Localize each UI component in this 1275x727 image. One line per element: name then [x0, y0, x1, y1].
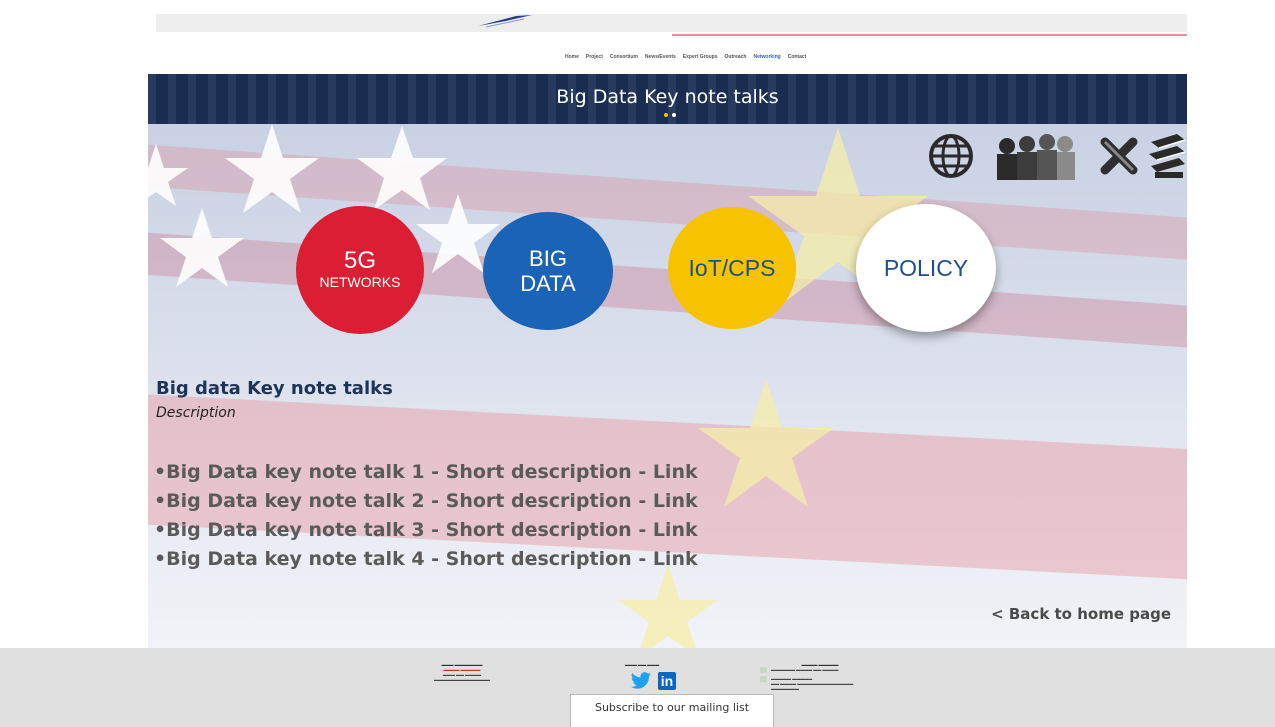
slider-dot-2[interactable]	[672, 113, 676, 117]
talk-item-1[interactable]: Big Data key note talk 1 - Short descrip…	[154, 458, 697, 487]
data-label: DATA	[520, 271, 576, 296]
slider-dot-1[interactable]	[664, 113, 668, 117]
nav-item-expert-groups[interactable]: Expert Groups	[683, 54, 718, 64]
nav-item-outreach[interactable]: Outreach	[725, 54, 747, 64]
talk-item-2[interactable]: Big Data key note talk 2 - Short descrip…	[154, 487, 697, 516]
footer-coordinator-email[interactable]: ▬▬▬▬▬▬▬▬▬▬▬▬▬▬	[412, 677, 512, 682]
policy-label: POLICY	[883, 254, 969, 281]
main-nav: Home Project Consortium News/Events Expe…	[565, 54, 806, 64]
category-icons	[927, 132, 1187, 180]
page-footer: ▬▬▬ ▬▬▬▬▬▬▬ ▬▬▬▬ ▬▬▬▬▬ ▬▬▬ ▬▬ ▬▬▬▬ ▬▬▬▬▬…	[0, 648, 1275, 727]
people-group-icon[interactable]	[983, 132, 1091, 180]
star-shape	[160, 208, 244, 287]
5g-networks-button[interactable]: 5G NETWORKS	[296, 206, 424, 334]
tweet-avatar	[760, 667, 767, 673]
logo-swoosh[interactable]	[476, 14, 534, 28]
star-shape	[698, 379, 834, 507]
nav-item-news-events[interactable]: News/Events	[645, 54, 676, 64]
nav-item-consortium[interactable]: Consortium	[610, 54, 638, 64]
tweet-item[interactable]: ▬▬▬▬▬ ▬▬▬▬▬ ▬▬ ▬▬▬▬ ▬▬▬▬▬▬▬▬▬▬▬▬▬▬ ▬▬▬▬▬▬▬	[760, 676, 940, 691]
tweet-avatar	[760, 676, 767, 682]
nav-item-home[interactable]: Home	[565, 54, 579, 64]
books-icon[interactable]	[1147, 132, 1187, 180]
tools-icon[interactable]	[1099, 134, 1139, 178]
star-shape	[148, 144, 188, 206]
policy-button[interactable]: POLICY	[856, 204, 996, 332]
page-title: Big data Key note talks	[156, 378, 393, 399]
globe-icon[interactable]	[927, 132, 975, 180]
hero-area: 5G NETWORKS BIG DATA IoT/CPS POLICY Big …	[148, 124, 1187, 648]
nav-item-networking[interactable]: Networking	[753, 54, 780, 64]
star-shape	[225, 124, 319, 213]
talk-item-4[interactable]: Big Data key note talk 4 - Short descrip…	[154, 545, 697, 574]
footer-touch-heading: ▬▬▬ ▬▬ ▬▬▬	[624, 662, 660, 667]
tweet-text: ▬▬▬▬▬▬ ▬▬▬▬ ▬▬ ▬▬▬▬	[771, 667, 839, 672]
footer-keep-in-touch: ▬▬▬ ▬▬ ▬▬▬	[612, 662, 672, 667]
iot-cps-button[interactable]: IoT/CPS	[668, 207, 796, 329]
footer-coordinator: ▬▬▬ ▬▬▬▬▬▬▬ ▬▬▬▬ ▬▬▬▬▬ ▬▬▬ ▬▬ ▬▬▬▬ ▬▬▬▬▬…	[412, 662, 512, 682]
header-divider	[672, 34, 1187, 36]
tweet-item[interactable]: ▬▬▬▬▬▬ ▬▬▬▬ ▬▬ ▬▬▬▬	[760, 667, 940, 673]
star-shape	[618, 564, 718, 648]
twitter-icon[interactable]	[630, 672, 652, 690]
slider-dots	[664, 113, 676, 117]
star-shape	[357, 126, 447, 210]
nav-item-project[interactable]: Project	[586, 54, 603, 64]
footer-recent-tweets: ▬▬▬▬ ▬▬▬▬▬ ▬▬▬▬▬▬ ▬▬▬▬ ▬▬ ▬▬▬▬ ▬▬▬▬▬ ▬▬▬…	[760, 662, 940, 694]
networks-label: NETWORKS	[319, 274, 401, 290]
back-to-home-link[interactable]: < Back to home page	[991, 605, 1171, 623]
big-data-button[interactable]: BIG DATA	[483, 212, 613, 330]
linkedin-icon[interactable]: in	[658, 672, 676, 690]
talk-item-3[interactable]: Big Data key note talk 3 - Short descrip…	[154, 516, 697, 545]
5g-label: 5G	[343, 247, 376, 274]
banner-title: Big Data Key note talks	[556, 86, 779, 108]
description-label: Description	[156, 405, 236, 421]
subscribe-mailing-list-button[interactable]: Subscribe to our mailing list	[570, 694, 774, 727]
nav-item-contact[interactable]: Contact	[788, 54, 807, 64]
talks-list: Big Data key note talk 1 - Short descrip…	[154, 458, 697, 574]
iot-label: IoT/CPS	[688, 254, 776, 281]
social-links: in	[630, 672, 676, 690]
tweet-text: ▬▬▬▬▬ ▬▬▬▬▬ ▬▬ ▬▬▬▬ ▬▬▬▬▬▬▬▬▬▬▬▬▬▬ ▬▬▬▬▬▬▬	[771, 676, 854, 691]
header-strip	[156, 14, 1187, 32]
big-label: BIG	[529, 246, 567, 271]
